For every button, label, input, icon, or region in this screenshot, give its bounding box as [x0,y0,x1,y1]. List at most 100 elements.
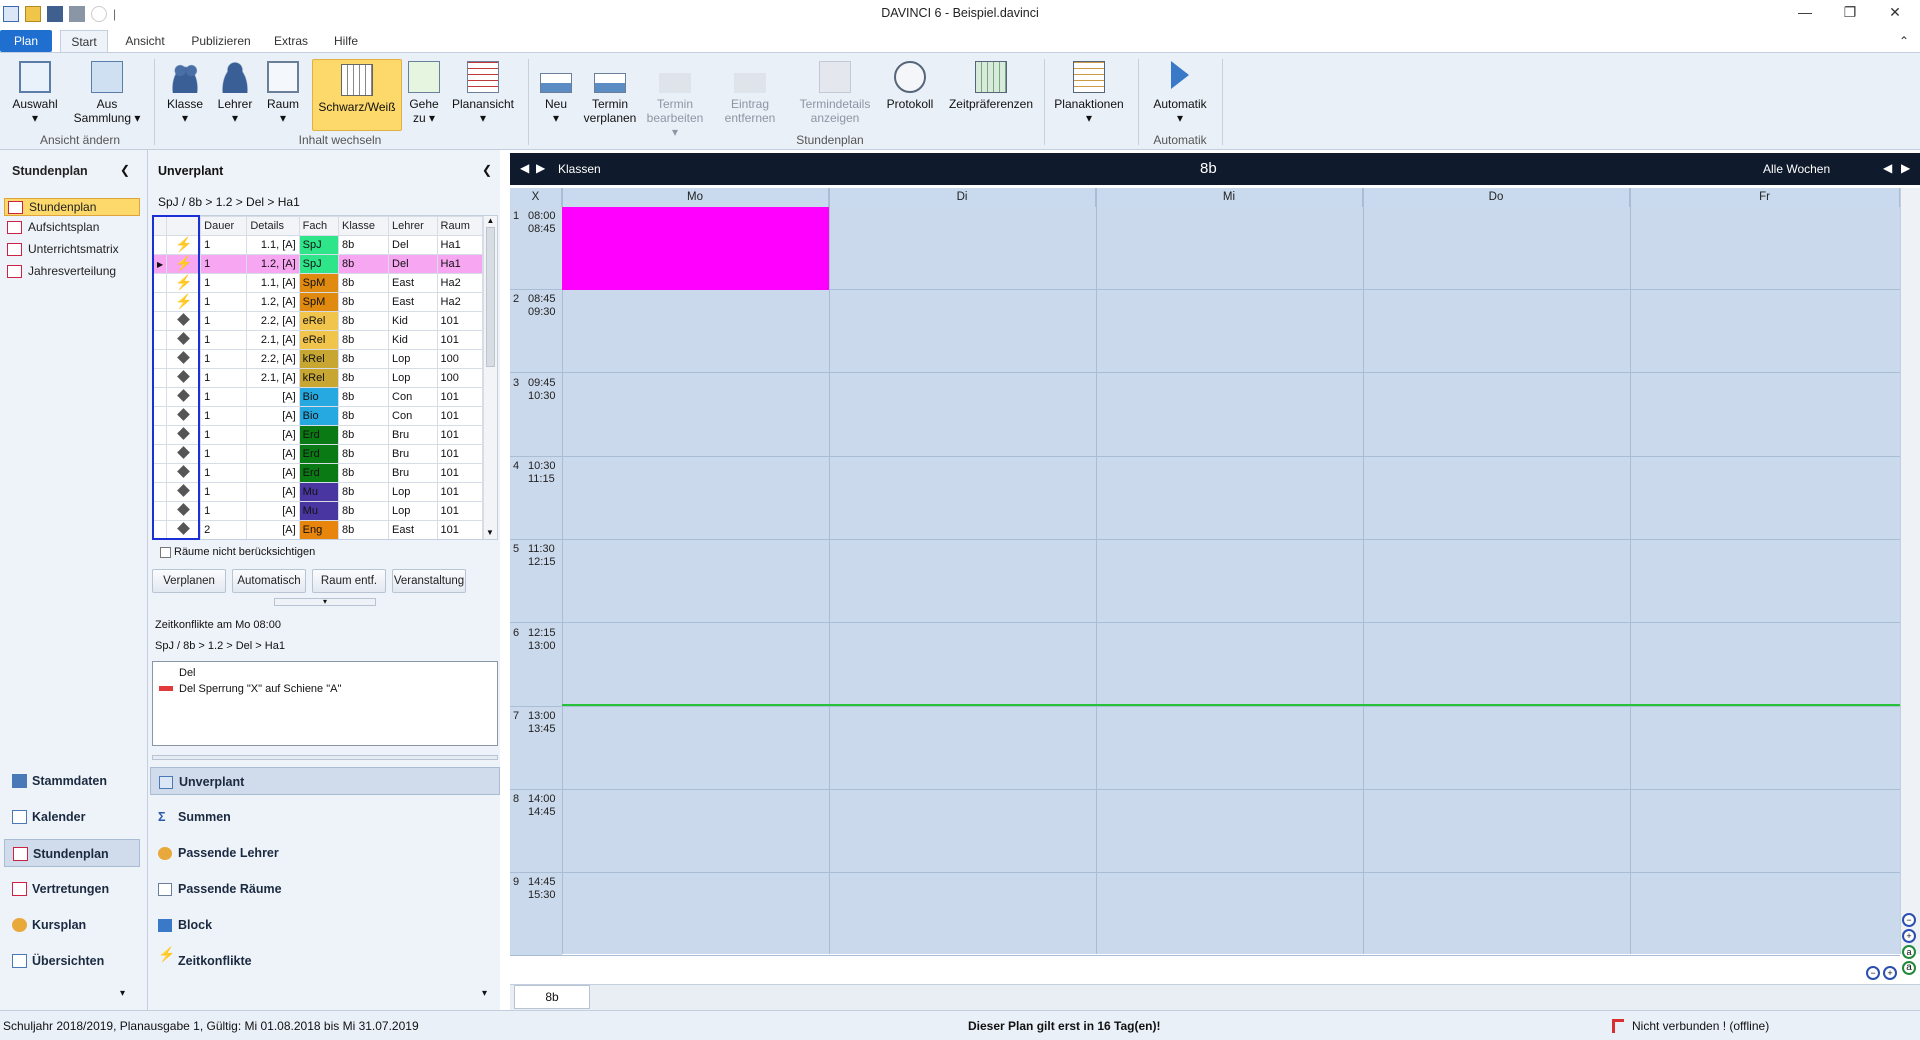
raum-button[interactable]: Raum ▾ [262,61,304,125]
collapse-panel-icon[interactable]: ❮ [482,163,492,177]
table-row[interactable]: 1 [A] Erd 8b Bru 101 [153,444,484,464]
font-larger-icon[interactable]: a [1902,961,1916,975]
nav-more-icon[interactable]: ▾ [120,988,125,999]
table-row[interactable]: 1 [A] Mu 8b Lop 101 [153,501,484,521]
tab-start[interactable]: Start [60,30,108,52]
nav-item-stundenplan[interactable]: Stundenplan [4,198,140,216]
schwarzweiss-button[interactable]: Schwarz/Weiß [312,59,402,131]
panel-zeitkonflikte[interactable]: ⚡ Zeitkonflikte [150,947,500,975]
table-row[interactable]: 1 2.2, [A] kRel 8b Lop 100 [153,349,484,369]
table-row[interactable]: 1 [A] Bio 8b Con 101 [153,406,484,426]
highlighted-slot[interactable] [562,207,829,290]
zoom-in-icon[interactable]: + [1902,929,1916,943]
panel-splitter[interactable] [152,755,498,760]
nav-item-aufsichtsplan[interactable]: Aufsichtsplan [4,219,140,237]
nav-stundenplan[interactable]: Stundenplan [4,839,140,867]
aus-sammlung-button[interactable]: Aus Sammlung ▾ [70,61,144,125]
restore-icon[interactable]: ❐ [1830,4,1870,26]
col-header-raum[interactable]: Raum [436,216,484,236]
klasse-button[interactable]: Klasse ▾ [162,61,208,125]
col-header-dauer[interactable]: Dauer [200,216,248,236]
termin-bearbeiten-button[interactable]: Termin bearbeiten ▾ [644,61,706,139]
table-scrollbar[interactable]: ▲ ▼ [483,216,497,539]
zoom-out-icon[interactable]: − [1902,913,1916,927]
day-header-di[interactable]: Di [829,188,1096,207]
collapse-ribbon-icon[interactable]: ⌃ [1896,30,1912,52]
table-row[interactable]: 1 [A] Mu 8b Lop 101 [153,482,484,502]
lehrer-button[interactable]: Lehrer ▾ [212,61,258,125]
day-header-fr[interactable]: Fr [1630,188,1900,207]
nav-item-jahresverteilung[interactable]: Jahresverteilung [4,263,140,281]
gehe-zu-button[interactable]: Gehe zu ▾ [406,61,442,125]
tab-ansicht[interactable]: Ansicht [118,30,172,52]
nav-vertretungen[interactable]: Vertretungen [4,875,140,903]
minimize-icon[interactable]: — [1785,4,1825,26]
tab-hilfe[interactable]: Hilfe [326,30,366,52]
grid-scrollbar[interactable] [1900,188,1920,954]
tab-publizieren[interactable]: Publizieren [186,30,256,52]
raum-entf-button[interactable]: Raum entf. [312,569,386,593]
eintrag-entfernen-button[interactable]: Eintrag entfernen [722,61,778,125]
table-row[interactable]: ⚡ 1 1.1, [A] SpJ 8b Del Ha1 [153,235,484,255]
table-row[interactable]: 2 [A] Eng 8b East 101 [153,520,484,539]
klassen-label[interactable]: Klassen [558,162,601,176]
font-smaller-icon[interactable]: a [1902,945,1916,959]
nav-uebersichten[interactable]: Übersichten [4,947,140,975]
timetable-grid[interactable] [510,207,1900,954]
expand-splitter-icon[interactable]: ▾ [274,598,376,606]
zeitpraeferenzen-button[interactable]: Zeitpräferenzen [946,61,1036,111]
nav-stammdaten[interactable]: Stammdaten [4,767,140,795]
table-row[interactable]: 1 [A] Bio 8b Con 101 [153,387,484,407]
next-class-icon[interactable]: ▶ [536,161,545,175]
automatik-button[interactable]: Automatik ▾ [1146,61,1214,125]
day-header-do[interactable]: Do [1363,188,1630,207]
nav-kursplan[interactable]: Kursplan [4,911,140,939]
panel-more-icon[interactable]: ▾ [482,988,487,999]
tab-plan[interactable]: Plan [0,30,52,52]
planansicht-button[interactable]: Planansicht ▾ [450,61,516,125]
col-header-fach[interactable]: Fach [298,216,340,236]
day-header-mo[interactable]: Mo [562,188,829,207]
panel-passende-raeume[interactable]: Passende Räume [150,875,500,903]
planaktionen-button[interactable]: Planaktionen ▾ [1052,61,1126,125]
scroll-down-icon[interactable]: ▼ [484,528,496,537]
table-row[interactable]: ⚡ 1 1.2, [A] SpM 8b East Ha2 [153,292,484,312]
table-row[interactable]: 1 2.2, [A] eRel 8b Kid 101 [153,311,484,331]
prev-class-icon[interactable]: ◀ [520,161,529,175]
day-header-mi[interactable]: Mi [1096,188,1363,207]
panel-block[interactable]: Block [150,911,500,939]
tab-extras[interactable]: Extras [268,30,314,52]
panel-summen[interactable]: Σ Summen [150,803,500,831]
zoom-out-h-icon[interactable]: − [1866,966,1880,980]
table-row[interactable]: 1 [A] Erd 8b Bru 101 [153,463,484,483]
table-row[interactable]: ▶ ⚡ 1 1.2, [A] SpJ 8b Del Ha1 [153,254,484,274]
prev-week-icon[interactable]: ◀ [1883,161,1892,175]
col-header-details[interactable]: Details [246,216,300,236]
protokoll-button[interactable]: Protokoll [882,61,938,111]
termin-verplanen-button[interactable]: Termin verplanen [580,61,640,125]
scroll-up-icon[interactable]: ▲ [484,216,497,225]
alle-wochen-label[interactable]: Alle Wochen [1763,162,1830,176]
zoom-in-h-icon[interactable]: + [1883,966,1897,980]
panel-passende-lehrer[interactable]: Passende Lehrer [150,839,500,867]
panel-unverplant[interactable]: Unverplant [150,767,500,795]
sheet-tab-8b[interactable]: 8b [514,985,590,1009]
auswahl-button[interactable]: Auswahl ▾ [8,61,62,125]
table-row[interactable]: 1 [A] Erd 8b Bru 101 [153,425,484,445]
table-row[interactable]: 1 2.1, [A] eRel 8b Kid 101 [153,330,484,350]
next-week-icon[interactable]: ▶ [1901,161,1910,175]
table-row[interactable]: ⚡ 1 1.1, [A] SpM 8b East Ha2 [153,273,484,293]
raeume-checkbox[interactable] [160,547,171,558]
close-icon[interactable]: ✕ [1875,4,1915,26]
table-row[interactable]: 1 2.1, [A] kRel 8b Lop 100 [153,368,484,388]
scroll-thumb[interactable] [486,227,495,367]
collapse-nav-icon[interactable]: ❮ [120,163,130,177]
termindetails-button[interactable]: Termindetails anzeigen [794,61,876,125]
veranstaltung-button[interactable]: Veranstaltung [392,569,466,593]
col-header-lehrer[interactable]: Lehrer [388,216,438,236]
neu-button[interactable]: Neu ▾ [536,61,576,125]
automatisch-button[interactable]: Automatisch [232,569,306,593]
verplanen-button[interactable]: Verplanen [152,569,226,593]
nav-kalender[interactable]: Kalender [4,803,140,831]
nav-item-unterrichtsmatrix[interactable]: Unterrichtsmatrix [4,241,140,259]
